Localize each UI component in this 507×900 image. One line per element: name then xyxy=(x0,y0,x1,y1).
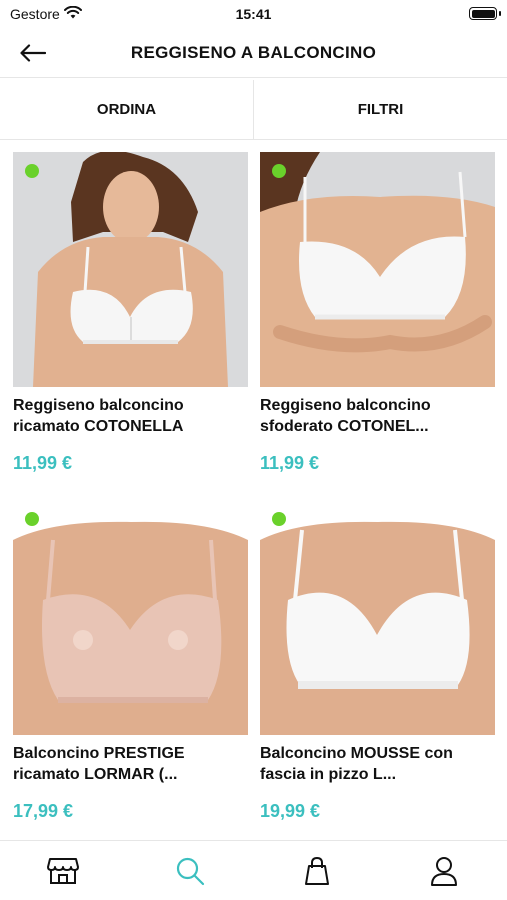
battery-icon xyxy=(469,7,497,20)
sort-filter-bar: ORDINA FILTRI xyxy=(0,80,507,140)
search-icon xyxy=(177,857,205,885)
availability-dot xyxy=(25,164,39,178)
tab-bar xyxy=(0,840,507,900)
tab-cart[interactable] xyxy=(254,841,381,900)
tab-search[interactable] xyxy=(127,841,254,900)
user-icon xyxy=(430,856,457,886)
filter-button[interactable]: FILTRI xyxy=(253,80,507,139)
availability-dot xyxy=(25,512,39,526)
product-card[interactable]: Reggiseno balconcino ricamato COTONELLA … xyxy=(13,152,248,500)
product-grid: Reggiseno balconcino ricamato COTONELLA … xyxy=(13,152,495,848)
tab-store[interactable] xyxy=(0,841,127,900)
product-title: Reggiseno balconcino ricamato COTONELLA xyxy=(13,397,184,435)
battery-tip xyxy=(499,11,501,16)
sort-button[interactable]: ORDINA xyxy=(0,80,253,139)
product-card[interactable]: Reggiseno balconcino sfoderato COTONEL..… xyxy=(260,152,495,500)
availability-dot xyxy=(272,512,286,526)
status-time: 15:41 xyxy=(235,6,272,22)
product-card[interactable]: Balconcino MOUSSE con fascia in pizzo L.… xyxy=(260,500,495,848)
page-title: REGGISENO A BALCONCINO xyxy=(130,43,377,62)
product-title: Reggiseno balconcino sfoderato COTONEL..… xyxy=(260,397,431,435)
store-icon xyxy=(47,857,80,884)
product-price: 11,99 € xyxy=(13,453,73,473)
product-title: Balconcino PRESTIGE ricamato LORMAR (... xyxy=(13,745,185,783)
status-bar: Gestore 15:41 xyxy=(0,0,507,28)
product-card[interactable]: Balconcino PRESTIGE ricamato LORMAR (...… xyxy=(13,500,248,848)
product-price: 17,99 € xyxy=(13,801,74,821)
product-title: Balconcino MOUSSE con fascia in pizzo L.… xyxy=(260,745,453,783)
product-image xyxy=(13,500,248,735)
product-image xyxy=(260,500,495,735)
product-price: 11,99 € xyxy=(260,453,320,473)
nav-bar: REGGISENO A BALCONCINO xyxy=(0,28,507,78)
tab-account[interactable] xyxy=(380,841,507,900)
product-image xyxy=(260,152,495,387)
product-image xyxy=(13,152,248,387)
shopping-bag-icon xyxy=(304,856,329,885)
availability-dot xyxy=(272,164,286,178)
product-price: 19,99 € xyxy=(260,801,321,821)
